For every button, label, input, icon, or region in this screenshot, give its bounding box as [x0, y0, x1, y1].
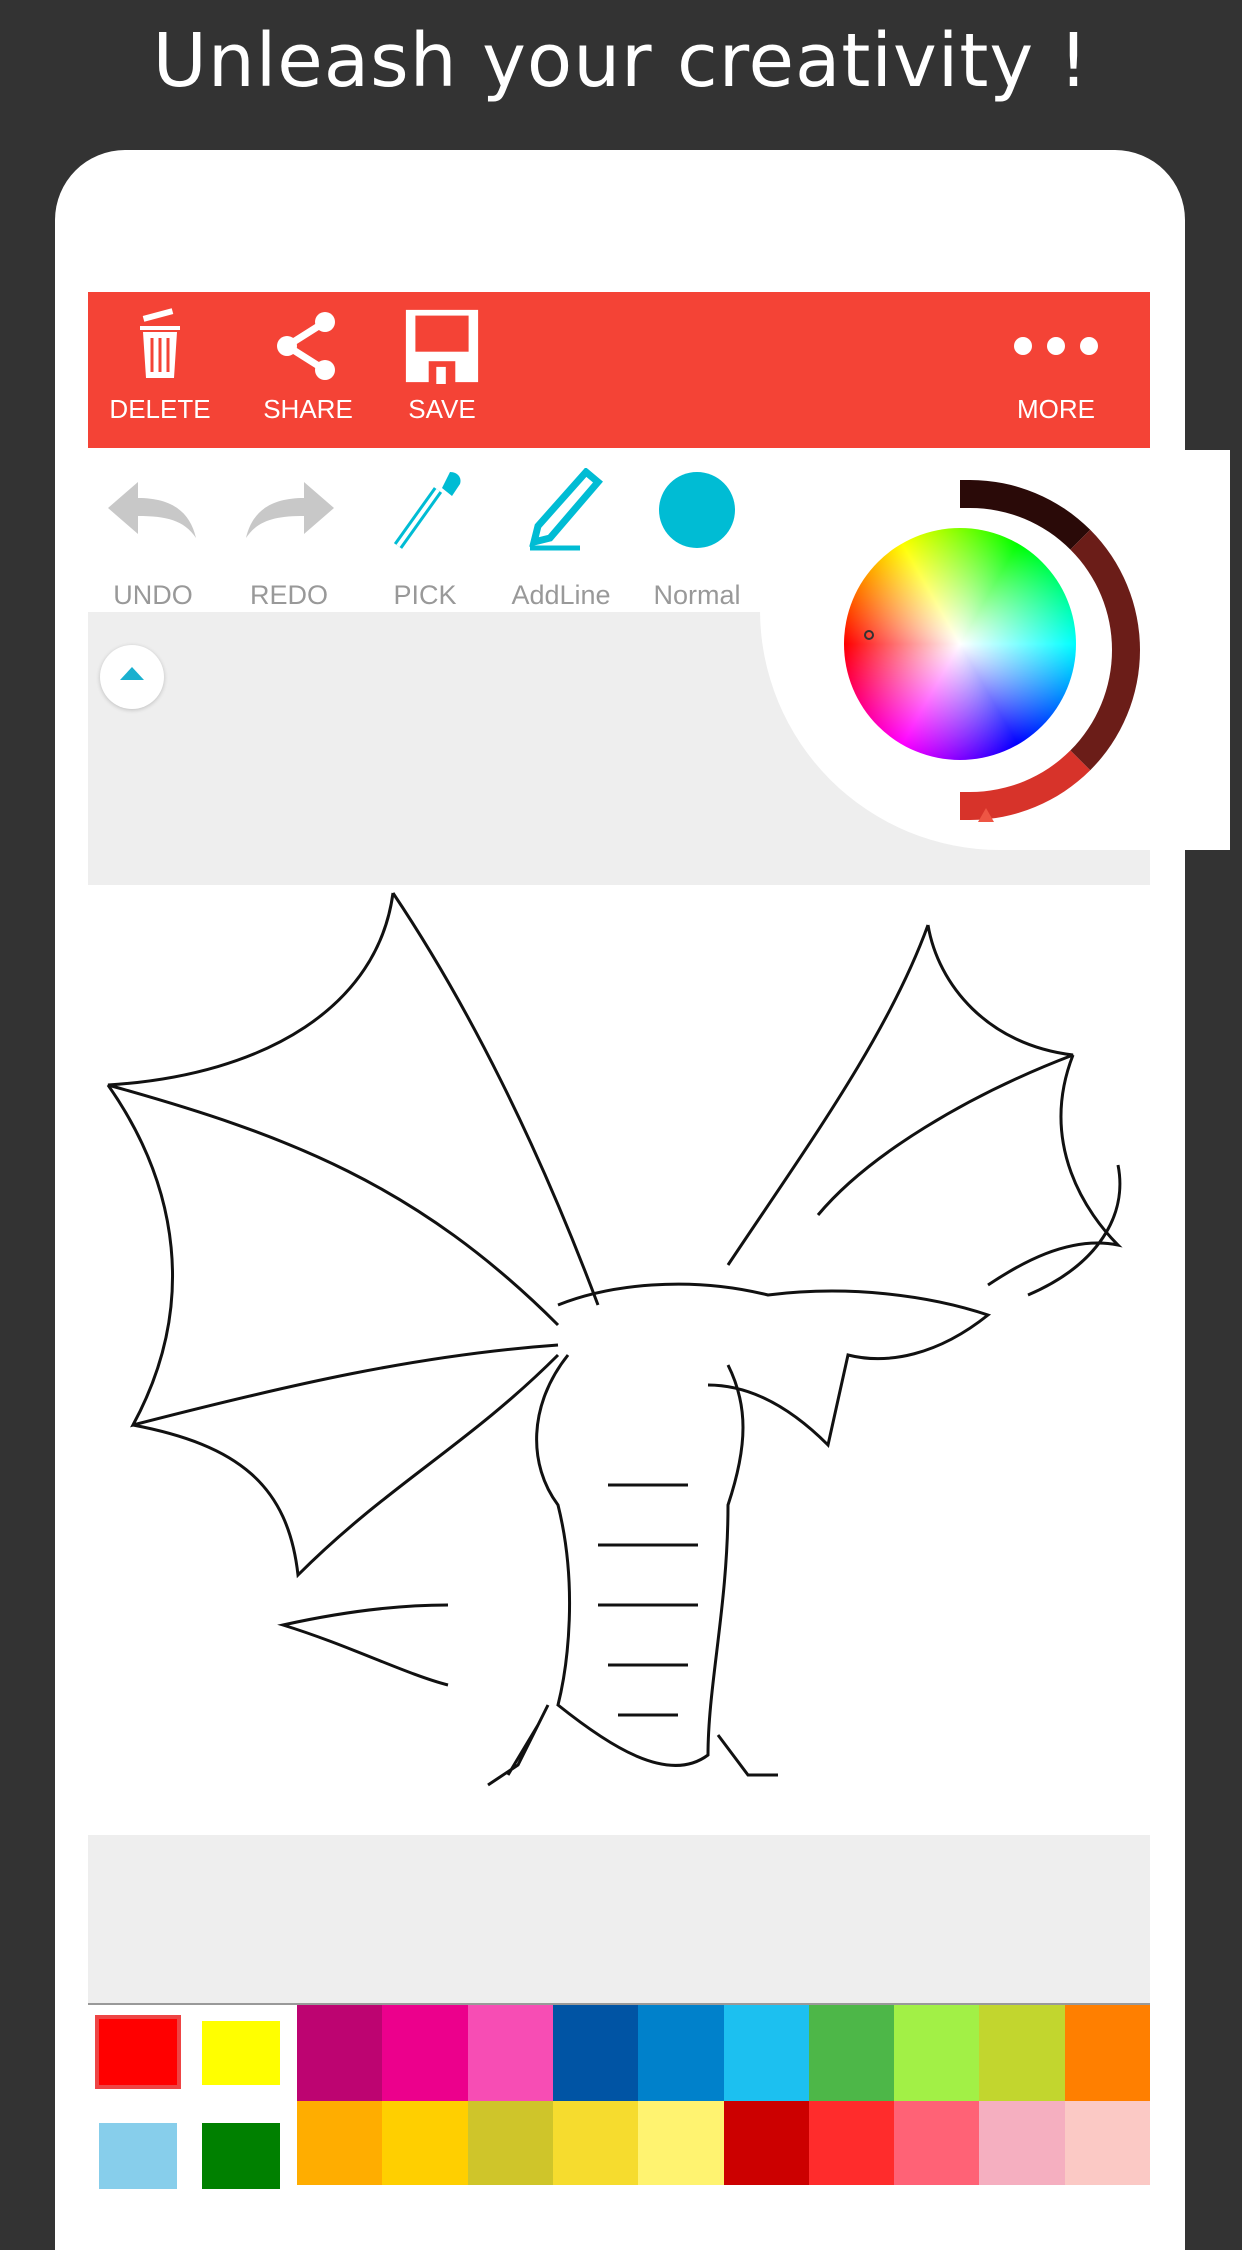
palette-swatch[interactable]	[467, 2101, 553, 2185]
pick-label: PICK	[393, 580, 457, 610]
recent-swatch-yellow[interactable]	[202, 2021, 280, 2085]
more-button[interactable]: MORE	[986, 308, 1126, 425]
share-button[interactable]: SHARE	[238, 308, 378, 425]
palette-swatch[interactable]	[638, 2101, 724, 2185]
palette-swatch[interactable]	[297, 2005, 383, 2101]
palette-swatch[interactable]	[552, 2101, 639, 2185]
color-wheel-cursor[interactable]	[864, 630, 874, 640]
palette-swatch[interactable]	[297, 2101, 383, 2185]
more-label: MORE	[1017, 394, 1095, 424]
redo-label: REDO	[249, 580, 328, 610]
delete-button[interactable]: DELETE	[90, 308, 230, 425]
share-label: SHARE	[263, 394, 353, 424]
recent-swatch-lightblue[interactable]	[99, 2123, 177, 2189]
palette-swatch[interactable]	[808, 2005, 895, 2101]
palette-swatch[interactable]	[894, 2101, 980, 2185]
undo-icon	[108, 482, 196, 538]
drawing-canvas[interactable]	[88, 885, 1150, 1835]
palette-swatch[interactable]	[723, 2101, 809, 2185]
banner-title: Unleash your creativity !	[152, 18, 1090, 104]
palette-swatch[interactable]	[894, 2005, 980, 2101]
palette-swatch[interactable]	[467, 2005, 553, 2101]
swatch-fill	[99, 2019, 177, 2085]
floppy-disk-icon	[405, 309, 479, 384]
delete-label: DELETE	[109, 394, 211, 424]
palette-swatch[interactable]	[1064, 2101, 1150, 2185]
palette-swatch[interactable]	[382, 2101, 468, 2185]
color-wheel[interactable]	[844, 528, 1076, 760]
tool-row: UNDO REDO PICK AddLine Normal	[88, 448, 758, 612]
palette-swatch[interactable]	[382, 2005, 468, 2101]
dragon-line-art	[106, 892, 1123, 1787]
redo-icon	[246, 482, 334, 538]
palette-swatch[interactable]	[979, 2101, 1065, 2185]
addline-label: AddLine	[511, 580, 611, 610]
palette-swatch[interactable]	[979, 2005, 1065, 2101]
recent-swatch-green[interactable]	[202, 2123, 280, 2189]
collapse-up-button[interactable]	[100, 645, 164, 709]
bottom-panel-area	[88, 1835, 1150, 2005]
save-button[interactable]: SAVE	[372, 308, 512, 425]
brightness-thumb[interactable]	[978, 808, 994, 822]
brush-color-dot-icon	[659, 472, 735, 548]
addline-button[interactable]: AddLine	[506, 468, 616, 611]
share-icon	[277, 312, 335, 380]
palette-swatch[interactable]	[552, 2005, 639, 2101]
top-toolbar: DELETE SHARE SAVE MORE	[88, 292, 1150, 448]
normal-label: Normal	[653, 580, 741, 610]
undo-button[interactable]: UNDO	[98, 468, 208, 611]
eyedropper-icon	[393, 472, 461, 549]
pick-button[interactable]: PICK	[370, 468, 480, 611]
brush-mode-button[interactable]: Normal	[642, 468, 752, 611]
palette-grid	[297, 2005, 1150, 2185]
palette-swatch[interactable]	[808, 2101, 895, 2185]
more-dots-icon	[1014, 337, 1098, 355]
color-palette	[88, 2005, 1150, 2189]
pencil-icon	[529, 468, 603, 551]
palette-swatch[interactable]	[1064, 2005, 1150, 2101]
trash-icon	[140, 308, 180, 378]
redo-button[interactable]: REDO	[234, 468, 344, 611]
save-label: SAVE	[408, 394, 476, 424]
palette-swatch[interactable]	[723, 2005, 809, 2101]
palette-swatch[interactable]	[638, 2005, 724, 2101]
recent-swatch-red-selected[interactable]	[95, 2015, 181, 2089]
undo-label: UNDO	[113, 580, 193, 610]
